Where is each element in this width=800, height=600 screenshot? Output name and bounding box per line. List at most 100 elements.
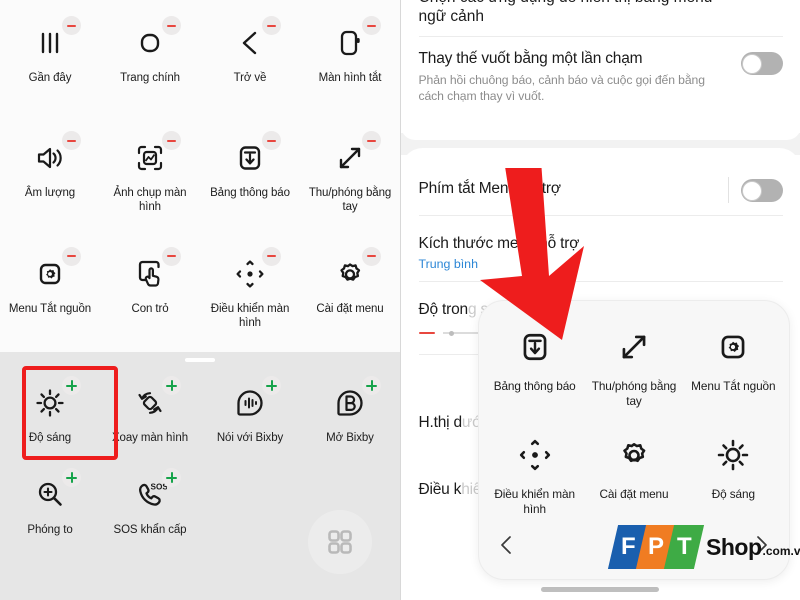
- remove-badge[interactable]: [62, 246, 81, 266]
- card-bottom-round: [400, 126, 800, 140]
- menu-item-label: Bảng thông báo: [210, 187, 290, 200]
- available-item-label: SOS khẩn cấp: [113, 524, 187, 536]
- menu-item-screen-off[interactable]: Màn hình tắt: [300, 6, 400, 121]
- available-item-label: Nói với Bixby: [216, 432, 284, 444]
- settings-gear-icon: [615, 429, 653, 481]
- notification-panel-icon: [516, 321, 554, 373]
- remove-badge[interactable]: [362, 131, 381, 151]
- menu-item-label: Cài đặt menu: [316, 302, 384, 315]
- popup-item-screen-control[interactable]: Điều khiển màn hình: [485, 421, 584, 529]
- menu-item-manual-zoom[interactable]: Thu/phóng bằng tay: [300, 121, 400, 236]
- setting-title: Kích thước menu hỗ trợ: [418, 235, 580, 252]
- available-item-magnify[interactable]: Phóng to: [0, 458, 100, 550]
- screen-off-icon: [323, 16, 381, 66]
- fpt-letter-p-text: P: [647, 533, 664, 560]
- add-badge[interactable]: [62, 468, 81, 487]
- setting-title-visible: H.thị d: [418, 414, 463, 431]
- add-badge[interactable]: [62, 376, 81, 395]
- available-item-label: Phóng to: [27, 524, 73, 536]
- magnify-icon: [23, 468, 81, 518]
- add-badge[interactable]: [162, 376, 181, 395]
- popup-item-menu-settings[interactable]: Cài đặt menu: [584, 421, 683, 529]
- chevron-left-icon[interactable]: [497, 533, 517, 562]
- remove-badge[interactable]: [362, 246, 381, 266]
- available-item-brightness[interactable]: Độ sáng: [0, 366, 100, 458]
- menu-item-label: Con trỏ: [131, 302, 169, 315]
- menu-item-label: Trang chính: [120, 72, 180, 84]
- menu-item-volume[interactable]: Âm lượng: [0, 121, 100, 236]
- menu-item-screen-control[interactable]: Điều khiển màn hình: [200, 237, 300, 352]
- recents-icon: [23, 16, 81, 66]
- setting-row-assistant-shortcut[interactable]: Phím tắt Menu hỗ trợ: [401, 163, 800, 216]
- screen-control-icon: [516, 429, 554, 481]
- menu-item-label: Thu/phóng bằng tay: [308, 187, 392, 214]
- remove-badge[interactable]: [62, 16, 81, 35]
- context-label: ngữ cảnh: [418, 8, 485, 25]
- popup-item-notification-panel[interactable]: Bảng thông báo: [485, 313, 584, 421]
- notification-panel-icon: [223, 131, 281, 181]
- setting-row-tap-instead-of-swipe[interactable]: Thay thế vuốt bằng một lần chạm Phản hồi…: [401, 37, 800, 116]
- popup-item-manual-zoom[interactable]: Thu/phóng bằng tay: [584, 313, 683, 421]
- popup-item-brightness[interactable]: Độ sáng: [684, 421, 783, 529]
- menu-item-notification-panel[interactable]: Bảng thông báo: [200, 121, 300, 236]
- popup-item-label: Độ sáng: [711, 487, 755, 501]
- power-menu-icon: [714, 321, 752, 373]
- divider: [418, 215, 783, 216]
- remove-badge[interactable]: [262, 246, 281, 266]
- setting-title-visible: Điều k: [418, 481, 462, 498]
- menu-item-power-menu[interactable]: Menu Tắt nguồn: [0, 237, 100, 352]
- add-badge[interactable]: [262, 376, 281, 395]
- brightness-icon: [23, 376, 81, 426]
- brightness-icon: [714, 429, 752, 481]
- remove-badge[interactable]: [162, 131, 181, 151]
- setting-subtitle: Phản hồi chuông báo, cảnh báo và cuộc gọ…: [418, 73, 705, 103]
- menu-item-label: Điều khiển màn hình: [210, 302, 290, 329]
- setting-title: Phím tắt Menu hỗ trợ: [418, 180, 561, 197]
- settings-gear-icon: [323, 246, 381, 297]
- bixby-voice-icon: [223, 376, 281, 426]
- remove-badge[interactable]: [162, 16, 181, 35]
- back-chevron-icon: [223, 16, 281, 66]
- remove-badge[interactable]: [362, 16, 381, 35]
- screen-control-icon: [223, 246, 281, 297]
- toggle-tap-instead-of-swipe[interactable]: [740, 52, 783, 75]
- remove-badge[interactable]: [262, 16, 281, 35]
- toggle-divider: [727, 177, 729, 203]
- menu-item-menu-settings[interactable]: Cài đặt menu: [300, 237, 400, 352]
- menu-item-back[interactable]: Trở về: [200, 6, 300, 121]
- apps-grid-icon[interactable]: [308, 510, 372, 574]
- menu-item-pointer[interactable]: Con trỏ: [100, 237, 200, 352]
- menu-item-label: Menu Tắt nguồn: [8, 302, 92, 315]
- menu-item-recents[interactable]: Gần đây: [0, 6, 100, 121]
- fpt-shop-watermark: F P T Shop .com.vn: [607, 524, 800, 570]
- setting-row-menu-size[interactable]: Kích thước menu hỗ trợ Trung bình: [401, 222, 800, 282]
- fpt-shop-text: Shop .com.vn: [706, 534, 800, 561]
- rotate-screen-icon: [123, 376, 181, 426]
- available-item-sos[interactable]: SOS SOS khẩn cấp: [100, 458, 200, 550]
- bixby-open-icon: [323, 376, 381, 426]
- popup-item-label: Cài đặt menu: [599, 487, 669, 501]
- menu-item-screenshot[interactable]: Ảnh chụp màn hình: [100, 121, 200, 236]
- slider-minus-icon[interactable]: [418, 331, 435, 335]
- available-item-label: Độ sáng: [28, 432, 72, 444]
- menu-item-home[interactable]: Trang chính: [100, 6, 200, 121]
- menu-item-label: Trở về: [233, 72, 267, 84]
- remove-badge[interactable]: [262, 131, 281, 151]
- toggle-assistant-shortcut[interactable]: [740, 179, 783, 202]
- fpt-letter-f-text: F: [620, 533, 636, 560]
- add-badge[interactable]: [162, 468, 181, 487]
- available-item-open-bixby[interactable]: Mở Bixby: [300, 366, 400, 458]
- popup-item-power-menu[interactable]: Menu Tắt nguồn: [684, 313, 783, 421]
- menu-item-label: Màn hình tắt: [318, 72, 382, 84]
- power-menu-icon: [23, 246, 81, 297]
- screenshot-icon: [123, 131, 181, 181]
- left-panel: Gần đây Trang chính Trở về Màn hình tắt …: [0, 0, 400, 600]
- available-item-rotate-screen[interactable]: Xoay màn hình: [100, 366, 200, 458]
- zoom-diagonal-icon: [615, 321, 653, 373]
- available-item-talk-bixby[interactable]: Nói với Bixby: [200, 366, 300, 458]
- remove-badge[interactable]: [162, 246, 181, 266]
- drag-handle[interactable]: [185, 358, 215, 362]
- popup-item-label: Điều khiển màn hình: [494, 487, 575, 516]
- add-badge[interactable]: [362, 376, 381, 395]
- remove-badge[interactable]: [62, 131, 81, 151]
